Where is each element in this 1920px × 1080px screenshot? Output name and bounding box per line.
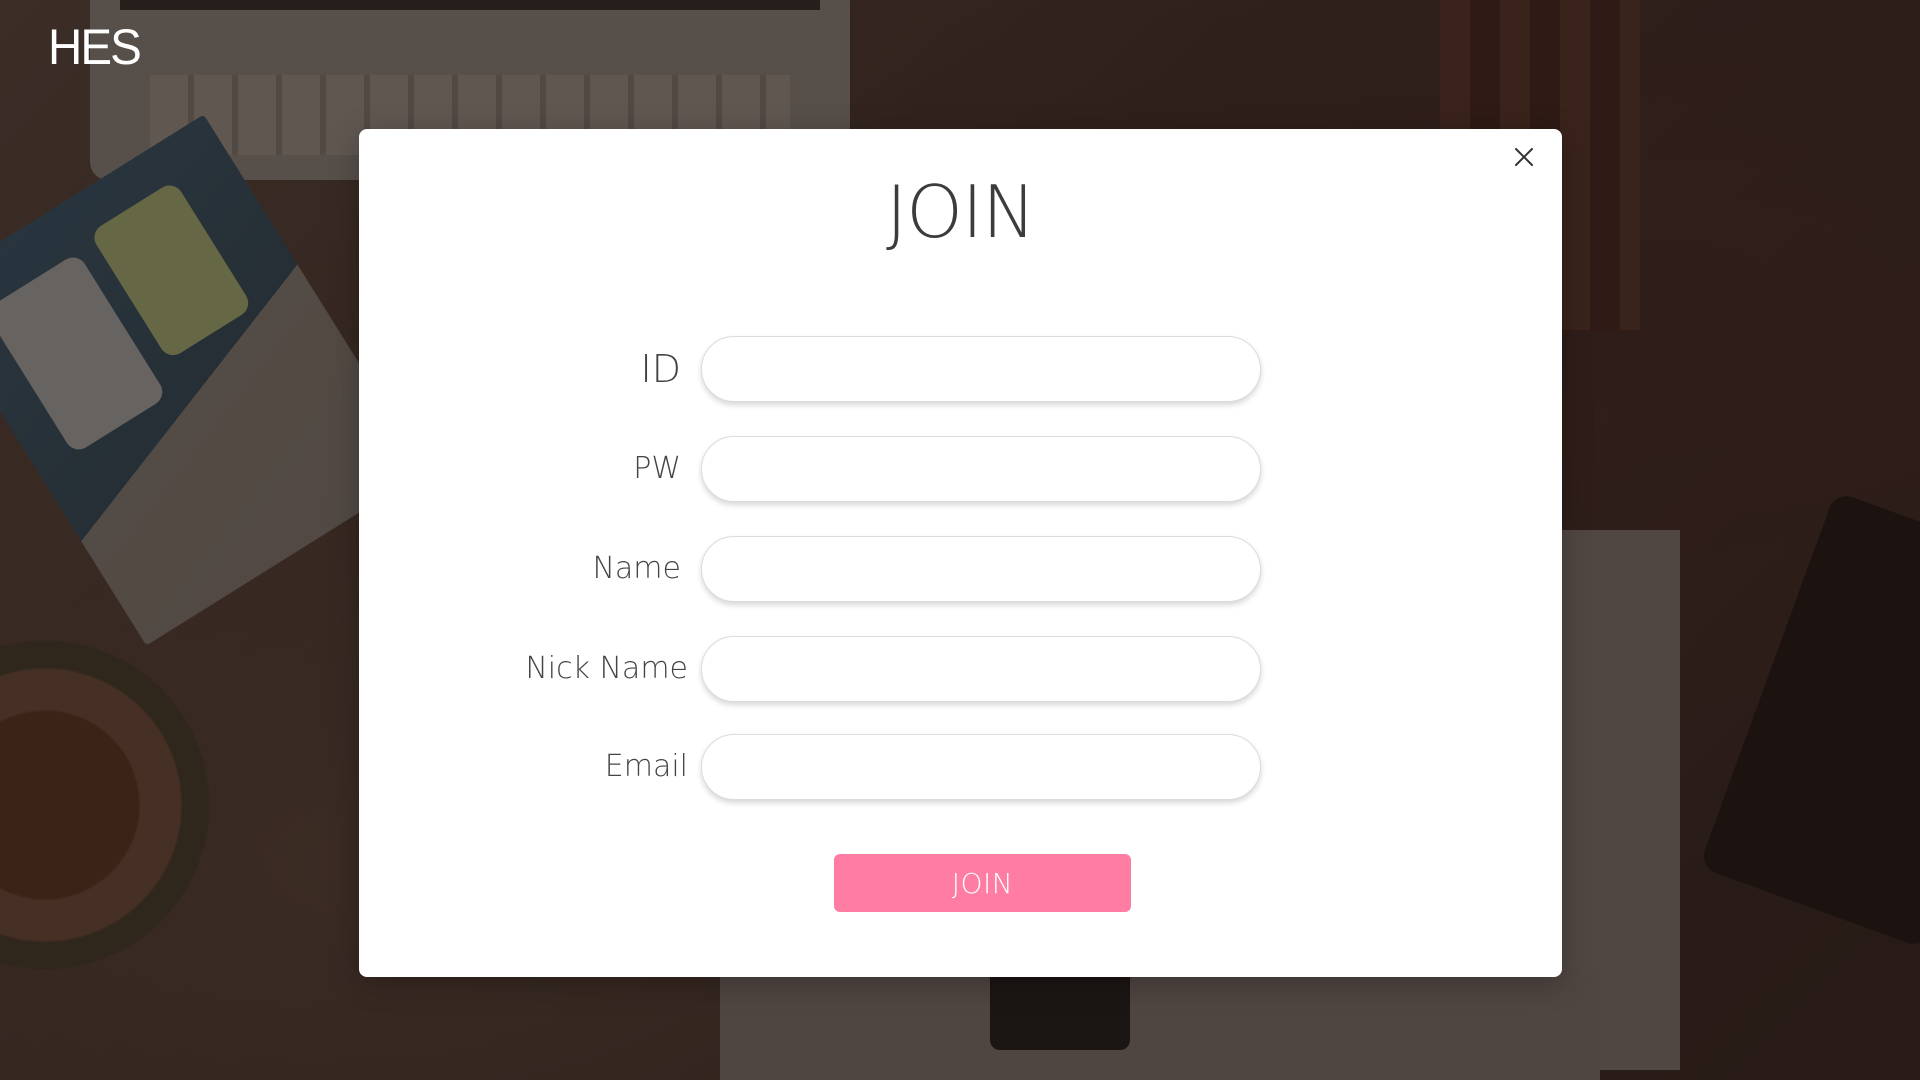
name-field[interactable] — [701, 536, 1261, 602]
email-label: Email — [604, 749, 688, 784]
name-label: Name — [592, 551, 681, 586]
join-submit-button[interactable]: JOIN — [834, 854, 1131, 912]
email-field[interactable] — [701, 734, 1261, 800]
pw-label: PW — [633, 451, 681, 486]
join-form: ID PW Name Nick Name Email JOIN — [359, 129, 1562, 977]
join-modal: JOIN ID PW Name Nick Name Email JOIN — [359, 129, 1562, 977]
id-label: ID — [640, 347, 681, 391]
form-row-name: Name — [359, 536, 1562, 602]
id-field[interactable] — [701, 336, 1261, 402]
password-field[interactable] — [701, 436, 1261, 502]
form-row-id: ID — [359, 336, 1562, 402]
form-row-pw: PW — [359, 436, 1562, 502]
site-logo[interactable]: HES — [48, 22, 142, 72]
form-row-email: Email — [359, 734, 1562, 800]
nick-name-field[interactable] — [701, 636, 1261, 702]
nick-name-label: Nick Name — [525, 651, 688, 686]
form-row-nick-name: Nick Name — [359, 636, 1562, 702]
